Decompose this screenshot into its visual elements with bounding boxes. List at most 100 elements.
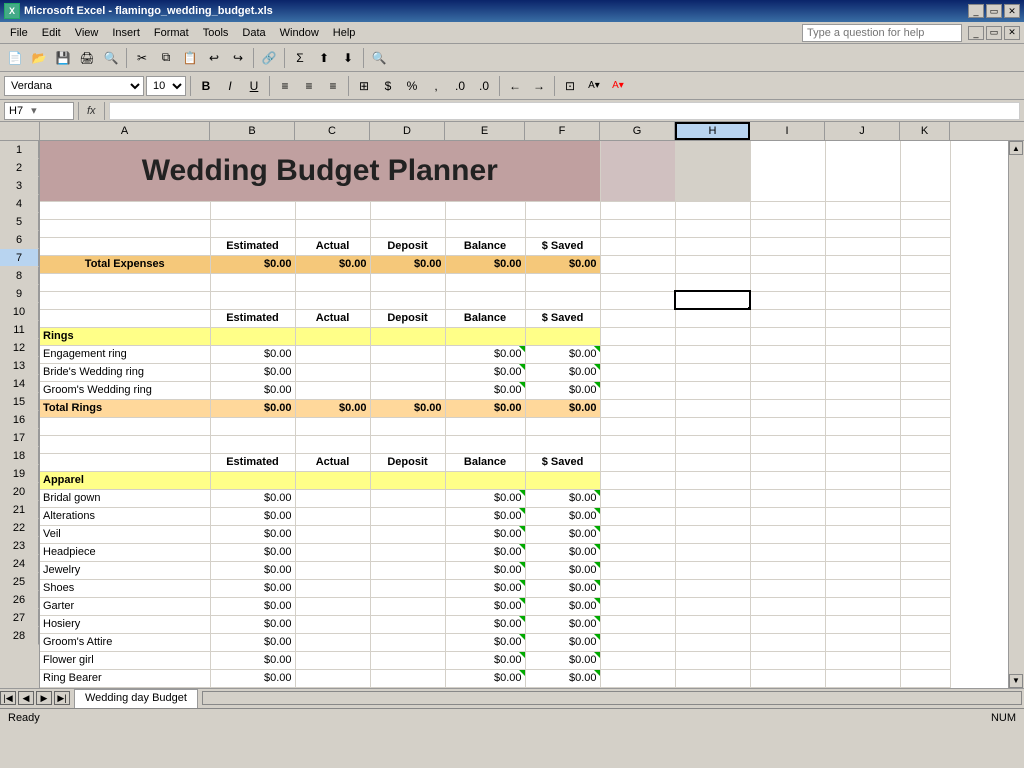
- menu-tools[interactable]: Tools: [197, 25, 235, 41]
- cell-H27[interactable]: [675, 651, 750, 669]
- cell-J11[interactable]: [825, 363, 900, 381]
- cell-J25[interactable]: [825, 615, 900, 633]
- menu-insert[interactable]: Insert: [106, 25, 146, 41]
- cell-D12[interactable]: [370, 381, 445, 399]
- cell-F2[interactable]: [525, 201, 600, 219]
- cell-J17[interactable]: [825, 471, 900, 489]
- row-header-4[interactable]: 4: [0, 195, 39, 213]
- cell-B15[interactable]: [210, 435, 295, 453]
- cell-H9[interactable]: [675, 327, 750, 345]
- decrease-indent-button[interactable]: ←: [504, 75, 526, 97]
- cell-F22[interactable]: $0.00: [525, 561, 600, 579]
- currency-button[interactable]: $: [377, 75, 399, 97]
- border-button[interactable]: ⊡: [559, 75, 581, 97]
- cell-I22[interactable]: [750, 561, 825, 579]
- cell-A27[interactable]: Flower girl: [40, 651, 210, 669]
- restore-button[interactable]: ▭: [986, 4, 1002, 18]
- cell-C22[interactable]: [295, 561, 370, 579]
- sheet-tab-wedding[interactable]: Wedding day Budget: [74, 689, 198, 708]
- cell-K24[interactable]: [900, 597, 950, 615]
- cell-D24[interactable]: [370, 597, 445, 615]
- cell-K22[interactable]: [900, 561, 950, 579]
- cell-B21[interactable]: $0.00: [210, 543, 295, 561]
- minimize-button[interactable]: _: [968, 4, 984, 18]
- cell-E24[interactable]: $0.00: [445, 597, 525, 615]
- tab-first-button[interactable]: |◀: [0, 691, 16, 705]
- tab-prev-button[interactable]: ◀: [18, 691, 34, 705]
- cell-A12[interactable]: Groom's Wedding ring: [40, 381, 210, 399]
- cell-J19[interactable]: [825, 507, 900, 525]
- cell-E15[interactable]: [445, 435, 525, 453]
- underline-button[interactable]: U: [243, 75, 265, 97]
- cell-reference-box[interactable]: H7 ▾: [4, 102, 74, 120]
- cell-E28[interactable]: $0.00: [445, 669, 525, 687]
- cell-G8[interactable]: [600, 309, 675, 327]
- cell-F12[interactable]: $0.00: [525, 381, 600, 399]
- cell-F13[interactable]: $0.00: [525, 399, 600, 417]
- row-header-11[interactable]: 11: [0, 321, 39, 339]
- fill-color-button[interactable]: A▾: [583, 75, 605, 97]
- cell-I13[interactable]: [750, 399, 825, 417]
- row-header-13[interactable]: 13: [0, 357, 39, 375]
- cell-C10[interactable]: [295, 345, 370, 363]
- cell-E23[interactable]: $0.00: [445, 579, 525, 597]
- cell-I2[interactable]: [750, 201, 825, 219]
- cell-A16[interactable]: [40, 453, 210, 471]
- cell-A2[interactable]: [40, 201, 210, 219]
- cell-H4[interactable]: [675, 237, 750, 255]
- print-preview-button[interactable]: 🔍: [100, 47, 122, 69]
- cell-K18[interactable]: [900, 489, 950, 507]
- cell-J22[interactable]: [825, 561, 900, 579]
- tab-next-button[interactable]: ▶: [36, 691, 52, 705]
- cell-G17[interactable]: [600, 471, 675, 489]
- cell-K20[interactable]: [900, 525, 950, 543]
- cell-F28[interactable]: $0.00: [525, 669, 600, 687]
- cell-G16[interactable]: [600, 453, 675, 471]
- cell-E8-balance[interactable]: Balance: [445, 309, 525, 327]
- cell-C17[interactable]: [295, 471, 370, 489]
- cell-C7[interactable]: [295, 291, 370, 309]
- cell-F14[interactable]: [525, 417, 600, 435]
- cell-H15[interactable]: [675, 435, 750, 453]
- cell-A24[interactable]: Garter: [40, 597, 210, 615]
- cell-H26[interactable]: [675, 633, 750, 651]
- cell-C28[interactable]: [295, 669, 370, 687]
- cell-A4[interactable]: [40, 237, 210, 255]
- menu-window[interactable]: Window: [274, 25, 325, 41]
- cell-E7[interactable]: [445, 291, 525, 309]
- new-button[interactable]: 📄: [4, 47, 26, 69]
- cell-A5-total-expenses[interactable]: Total Expenses: [40, 255, 210, 273]
- cell-J13[interactable]: [825, 399, 900, 417]
- row-header-18[interactable]: 18: [0, 447, 39, 465]
- cell-J2[interactable]: [825, 201, 900, 219]
- cell-E22[interactable]: $0.00: [445, 561, 525, 579]
- title-cell[interactable]: Wedding Budget Planner: [40, 141, 600, 201]
- cell-A21[interactable]: Headpiece: [40, 543, 210, 561]
- cell-C26[interactable]: [295, 633, 370, 651]
- close-button[interactable]: ✕: [1004, 4, 1020, 18]
- font-size-select[interactable]: 10: [146, 76, 186, 96]
- cell-I16[interactable]: [750, 453, 825, 471]
- horizontal-scrollbar-area[interactable]: [200, 689, 1024, 708]
- cell-I1[interactable]: [750, 141, 825, 201]
- increase-decimal-button[interactable]: .0: [449, 75, 471, 97]
- cell-B13[interactable]: $0.00: [210, 399, 295, 417]
- cell-C3[interactable]: [295, 219, 370, 237]
- row-header-17[interactable]: 17: [0, 429, 39, 447]
- menu-help[interactable]: Help: [327, 25, 362, 41]
- cell-I27[interactable]: [750, 651, 825, 669]
- cell-E12[interactable]: $0.00: [445, 381, 525, 399]
- cell-B6[interactable]: [210, 273, 295, 291]
- align-right-button[interactable]: ≡: [322, 75, 344, 97]
- cell-I4[interactable]: [750, 237, 825, 255]
- cell-J12[interactable]: [825, 381, 900, 399]
- menu-edit[interactable]: Edit: [36, 25, 67, 41]
- cell-A25[interactable]: Hosiery: [40, 615, 210, 633]
- cell-I26[interactable]: [750, 633, 825, 651]
- cell-A3[interactable]: [40, 219, 210, 237]
- cell-H19[interactable]: [675, 507, 750, 525]
- cell-A19[interactable]: Alterations: [40, 507, 210, 525]
- save-button[interactable]: 💾: [52, 47, 74, 69]
- cell-C27[interactable]: [295, 651, 370, 669]
- cell-G20[interactable]: [600, 525, 675, 543]
